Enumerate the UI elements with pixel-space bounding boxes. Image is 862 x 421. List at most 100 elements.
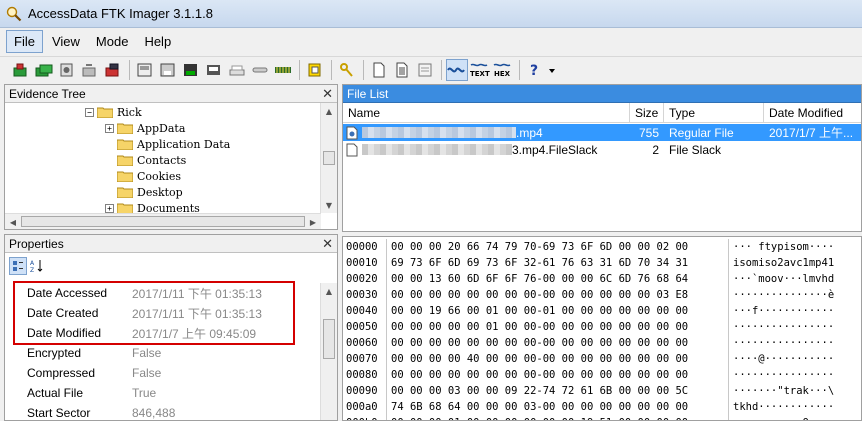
menu-help[interactable]: Help: [137, 31, 178, 52]
hex-bytes[interactable]: 00 00 00 20 66 74 79 70-69 73 6F 6D 00 0…: [387, 239, 729, 255]
automatic-view-icon[interactable]: [446, 58, 468, 81]
hex-bytes[interactable]: 00 00 19 66 00 01 00 00-01 00 00 00 00 0…: [387, 303, 729, 319]
collapse-icon[interactable]: −: [85, 107, 94, 117]
hex-row[interactable]: 00030 00 00 00 00 00 00 00 00-00 00 00 00…: [343, 287, 834, 303]
dropdown-arrow-icon[interactable]: [547, 59, 557, 81]
scroll-up-icon[interactable]: ▲: [321, 283, 337, 299]
column-header-type[interactable]: Type: [664, 103, 764, 122]
hex-row[interactable]: 00010 69 73 6F 6D 69 73 6F 32-61 76 63 31…: [343, 255, 834, 271]
create-disk-image-icon[interactable]: [134, 59, 156, 81]
hex-bytes[interactable]: 00 00 00 00 00 01 00 00-00 00 00 00 00 0…: [387, 319, 729, 335]
hex-ascii[interactable]: ···`moov···lmvhd: [729, 271, 834, 287]
column-header-date-modified[interactable]: Date Modified: [764, 103, 861, 122]
menu-file[interactable]: File: [6, 29, 43, 53]
hex-ascii[interactable]: ················: [729, 367, 834, 383]
hex-bytes[interactable]: 00 00 00 00 00 00 00 00-00 00 00 00 00 0…: [387, 367, 729, 383]
hex-bytes[interactable]: 00 00 00 00 40 00 00 00-00 00 00 00 00 0…: [387, 351, 729, 367]
hex-row[interactable]: 00070 00 00 00 00 40 00 00 00-00 00 00 00…: [343, 351, 834, 367]
verify-drive-icon[interactable]: [272, 59, 294, 81]
hex-view-icon[interactable]: HEX: [492, 59, 514, 81]
obtain-protected-files-icon[interactable]: [336, 59, 358, 81]
evidence-tree-horizontal-scrollbar[interactable]: ◀ ▶: [5, 213, 321, 229]
export-logical-image-icon[interactable]: [180, 59, 202, 81]
hex-row[interactable]: 00080 00 00 00 00 00 00 00 00-00 00 00 00…: [343, 367, 834, 383]
file-name-cell: 3.mp4.FileSlack: [343, 143, 630, 157]
help-icon[interactable]: ?: [524, 59, 546, 81]
scroll-thumb[interactable]: [21, 216, 305, 227]
image-mounting-icon[interactable]: [56, 59, 78, 81]
property-row[interactable]: Encrypted False: [5, 343, 323, 363]
hex-ascii[interactable]: ················: [729, 335, 834, 351]
detect-efs-icon[interactable]: [368, 59, 390, 81]
export-file-hash-icon[interactable]: [226, 59, 248, 81]
view-files-in-plain-text-icon[interactable]: [414, 59, 436, 81]
tree-item-desktop[interactable]: Desktop: [117, 184, 183, 200]
menu-mode[interactable]: Mode: [89, 31, 136, 52]
hex-row[interactable]: 00050 00 00 00 00 00 01 00 00-00 00 00 00…: [343, 319, 834, 335]
hex-ascii[interactable]: ·······"trak···\: [729, 383, 834, 399]
evidence-tree-vertical-scrollbar[interactable]: ▲ ▼: [320, 103, 337, 213]
hex-row[interactable]: 00040 00 00 19 66 00 01 00 00-01 00 00 00…: [343, 303, 834, 319]
add-all-evidence-icon[interactable]: [33, 59, 55, 81]
remove-all-evidence-icon[interactable]: [102, 59, 124, 81]
column-header-size[interactable]: Size: [630, 103, 664, 122]
export-directory-listing-icon[interactable]: [249, 59, 271, 81]
hex-ascii[interactable]: ···········Q····: [729, 415, 834, 420]
categorized-view-icon[interactable]: [9, 257, 27, 275]
add-evidence-icon[interactable]: [10, 59, 32, 81]
hex-ascii[interactable]: isomiso2avc1mp41: [729, 255, 834, 271]
export-files-icon[interactable]: [203, 59, 225, 81]
hex-ascii[interactable]: ····@···········: [729, 351, 834, 367]
property-row[interactable]: Compressed False: [5, 363, 323, 383]
scroll-down-icon[interactable]: ▼: [321, 197, 337, 213]
hex-row[interactable]: 00000 00 00 00 20 66 74 79 70-69 73 6F 6D…: [343, 239, 834, 255]
hex-bytes[interactable]: 00 00 00 00 00 00 00 00-00 00 00 00 00 0…: [387, 287, 729, 303]
property-row[interactable]: Start Sector 846,488: [5, 403, 323, 420]
scroll-thumb[interactable]: [323, 151, 335, 165]
hex-row[interactable]: 00020 00 00 13 60 6D 6F 6F 76-00 00 00 6C…: [343, 271, 834, 287]
tree-item-contacts[interactable]: Contacts: [117, 152, 186, 168]
file-row[interactable]: .mp4 755 Regular File 2017/1/7 上午...: [343, 124, 861, 141]
hex-bytes[interactable]: 74 6B 68 64 00 00 00 03-00 00 00 00 00 0…: [387, 399, 729, 415]
hex-ascii[interactable]: ···············è: [729, 287, 834, 303]
tree-item-label: AppData: [137, 121, 186, 135]
hex-row[interactable]: 000a0 74 6B 68 64 00 00 00 03-00 00 00 00…: [343, 399, 834, 415]
hex-ascii[interactable]: ··· ftypisom····: [729, 239, 834, 255]
hex-bytes[interactable]: 00 00 00 00 00 00 00 00-00 00 00 00 00 0…: [387, 335, 729, 351]
capture-memory-icon[interactable]: [304, 59, 326, 81]
sort-alphabetical-icon[interactable]: AZ: [28, 257, 46, 275]
close-icon[interactable]: ✕: [322, 86, 333, 102]
hex-bytes[interactable]: 00 00 00 03 00 00 09 22-74 72 61 6B 00 0…: [387, 383, 729, 399]
hex-bytes[interactable]: 00 00 13 60 6D 6F 6F 76-00 00 00 6C 6D 7…: [387, 271, 729, 287]
file-row[interactable]: 3.mp4.FileSlack 2 File Slack: [343, 141, 861, 158]
tree-item-application-data[interactable]: Application Data: [117, 136, 230, 152]
scroll-left-icon[interactable]: ◀: [5, 214, 21, 229]
hex-offset: 00060: [343, 335, 387, 351]
export-disk-image-icon[interactable]: [157, 59, 179, 81]
close-icon[interactable]: ✕: [322, 236, 333, 252]
new-hash-list-icon[interactable]: [391, 59, 413, 81]
hex-viewer-pane[interactable]: 00000 00 00 00 20 66 74 79 70-69 73 6F 6D…: [342, 236, 862, 421]
text-view-icon[interactable]: TEXT: [469, 59, 491, 81]
hex-ascii[interactable]: ················: [729, 319, 834, 335]
hex-bytes[interactable]: 00 00 00 01 00 00 00 00-00 00 19 51 00 0…: [387, 415, 729, 420]
tree-item-appdata[interactable]: + AppData: [105, 120, 185, 136]
scroll-up-icon[interactable]: ▲: [321, 103, 337, 119]
menu-view[interactable]: View: [45, 31, 87, 52]
column-header-name[interactable]: Name: [343, 103, 630, 122]
scroll-right-icon[interactable]: ▶: [305, 214, 321, 229]
hex-row[interactable]: 00060 00 00 00 00 00 00 00 00-00 00 00 00…: [343, 335, 834, 351]
tree-item-rick[interactable]: − Rick: [85, 104, 142, 120]
hex-ascii[interactable]: tkhd············: [729, 399, 834, 415]
hex-bytes[interactable]: 69 73 6F 6D 69 73 6F 32-61 76 63 31 6D 7…: [387, 255, 729, 271]
tree-item-cookies[interactable]: Cookies: [117, 168, 181, 184]
hex-ascii[interactable]: ···f············: [729, 303, 834, 319]
property-row[interactable]: Actual File True: [5, 383, 323, 403]
hex-row[interactable]: 000b000 00 00 01 00 00 00 00-00 00 19 51…: [343, 415, 834, 420]
remove-evidence-icon[interactable]: [79, 59, 101, 81]
scroll-thumb[interactable]: [323, 319, 335, 359]
hex-row[interactable]: 00090 00 00 00 03 00 00 09 22-74 72 61 6B…: [343, 383, 834, 399]
expand-icon[interactable]: +: [105, 123, 114, 133]
expand-icon[interactable]: +: [105, 203, 114, 213]
properties-vertical-scrollbar[interactable]: ▲: [320, 283, 337, 420]
